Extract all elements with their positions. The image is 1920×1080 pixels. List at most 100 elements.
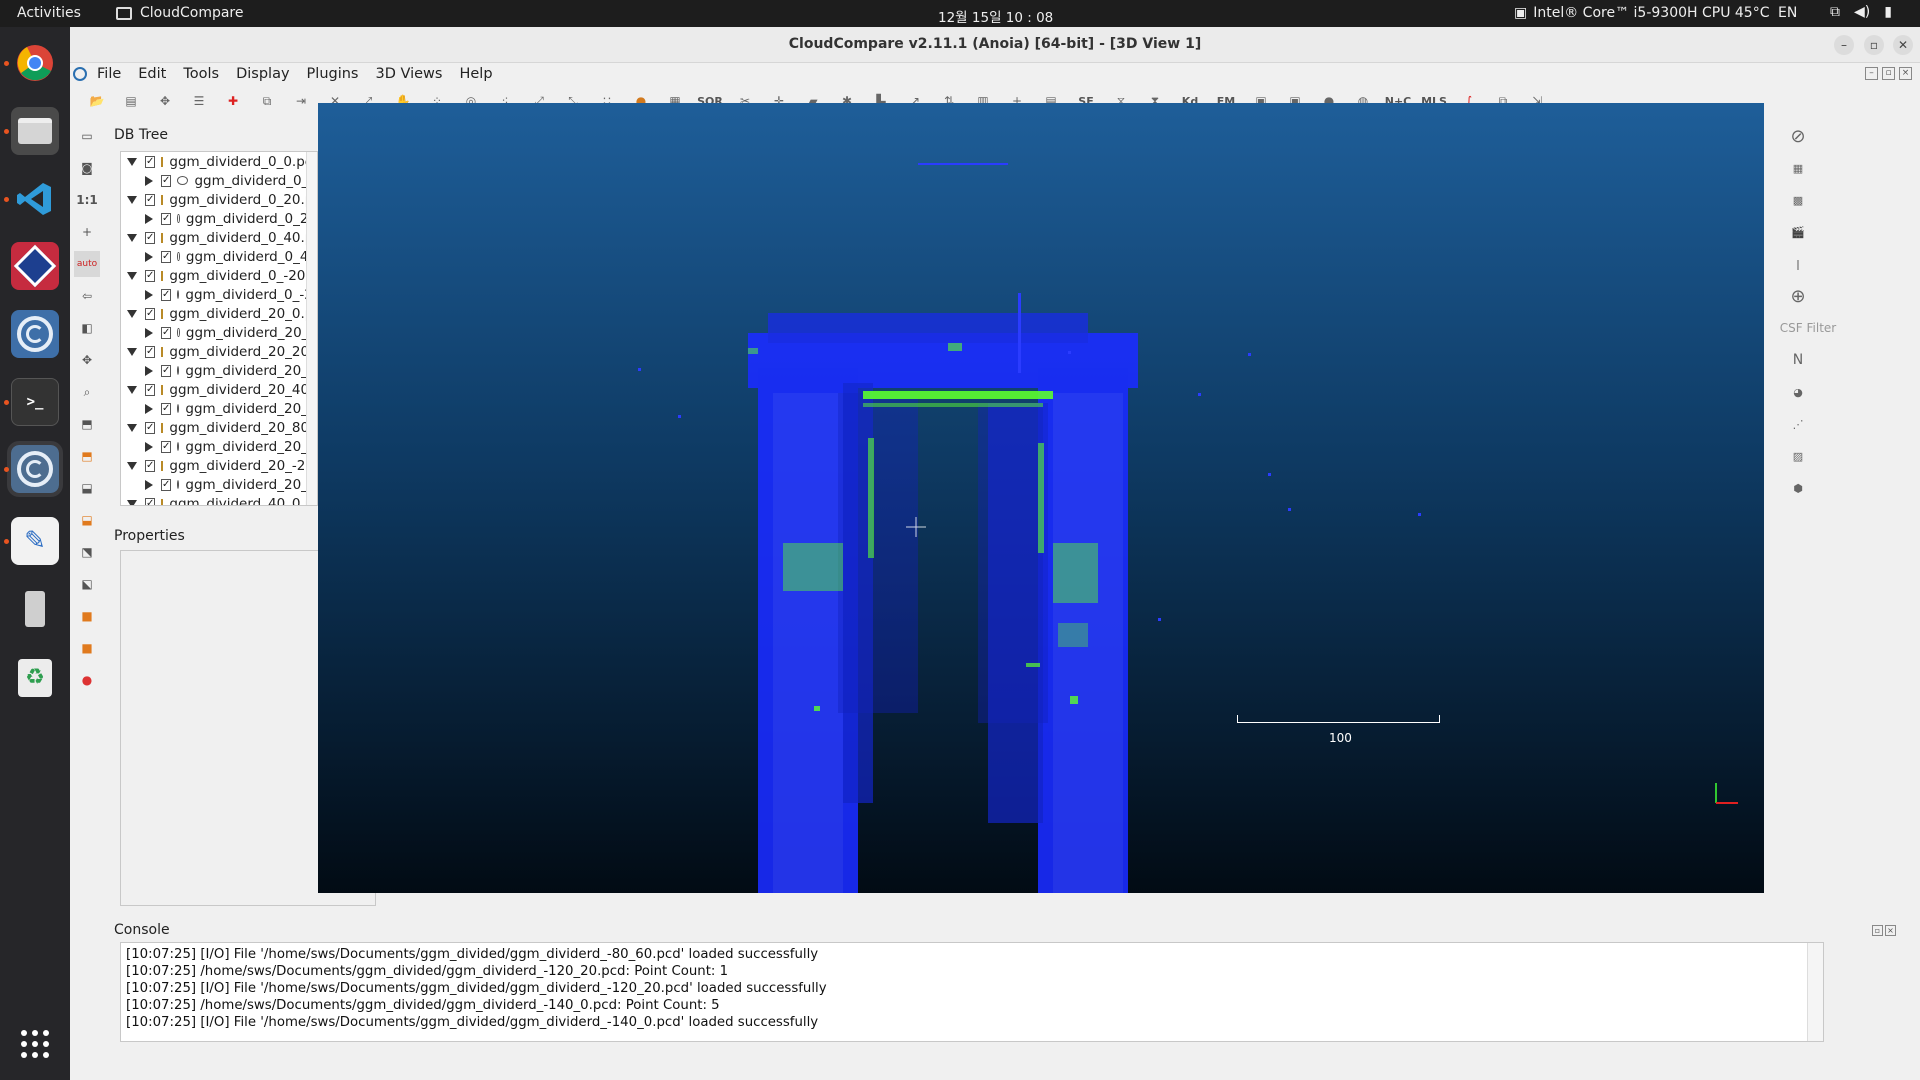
tree-folder-row[interactable]: ✓ ggm_dividerd_0_40.pc... [121,228,317,247]
tree-cloud-row[interactable]: ✓ ggm_dividerd_20_-20 [121,475,317,494]
clone-icon[interactable]: ⧉ [256,90,278,112]
console-float-button[interactable]: ▫ [1872,925,1883,936]
visibility-checkbox[interactable]: ✓ [161,402,172,415]
tree-folder-row[interactable]: ✓ ggm_dividerd_20_40.p... [121,380,317,399]
view-bottom-icon[interactable]: ⬔ [74,539,100,565]
usb-drive-icon[interactable] [11,585,59,633]
console-close-button[interactable]: × [1885,925,1896,936]
menu-tools[interactable]: Tools [183,66,219,82]
visibility-checkbox[interactable]: ✓ [161,250,172,263]
tree-folder-row[interactable]: ✓ ggm_dividerd_0_0.pcd ... [121,152,317,171]
menu-help[interactable]: Help [459,66,492,82]
tree-cloud-row[interactable]: ✓ ggm_dividerd_20_80 [121,437,317,456]
view-right-icon[interactable]: ⬓ [74,507,100,533]
save-icon[interactable]: ▤ [120,90,142,112]
visibility-checkbox[interactable]: ✓ [145,383,156,396]
visibility-checkbox[interactable]: ✓ [145,459,156,472]
visibility-checkbox[interactable]: ✓ [145,421,156,434]
expand-arrow-icon[interactable] [127,157,137,166]
visibility-checkbox[interactable]: ✓ [145,269,156,282]
color-dots-icon[interactable]: ● [74,667,100,693]
system-tray[interactable]: ⧉ ◀) ▮ [1830,4,1892,20]
merge-icon[interactable]: ⇥ [290,90,312,112]
pivot-icon[interactable]: + [74,219,100,245]
view-front-cube-icon[interactable]: ■ [74,603,100,629]
visibility-checkbox[interactable]: ✓ [161,364,172,377]
perspective-icon[interactable]: ◧ [74,315,100,341]
show-apps-icon[interactable] [11,1020,59,1068]
expand-arrow-icon[interactable] [127,233,137,242]
no-entry-icon[interactable]: ⊘ [1785,123,1811,149]
console-scrollbar[interactable] [1807,943,1823,1041]
collapse-arrow-icon[interactable] [145,213,153,224]
ransac-icon[interactable]: ⬢ [1785,475,1811,501]
collapse-arrow-icon[interactable] [145,175,153,186]
tree-folder-row[interactable]: ✓ ggm_dividerd_20_80.p... [121,418,317,437]
collapse-arrow-icon[interactable] [145,289,153,300]
3d-view[interactable]: 100 [318,103,1764,893]
mdi-restore-button[interactable]: ▫ [1882,67,1895,80]
text-editor-icon[interactable]: ✎ [11,517,59,565]
tree-cloud-row[interactable]: ✓ ggm_dividerd_20_20 [121,361,317,380]
trash-icon[interactable]: ♻ [11,654,59,702]
dbtree-scrollbar[interactable] [306,152,317,505]
tree-folder-row[interactable]: ✓ ggm_dividerd_20_-20.... [121,456,317,475]
visibility-checkbox[interactable]: ✓ [145,307,156,320]
tree-folder-row[interactable]: ✓ ggm_dividerd_20_20.p... [121,342,317,361]
csf-plugin-icon[interactable]: ▩ [1785,187,1811,213]
mdi-close-button[interactable]: × [1899,67,1912,80]
tree-folder-row[interactable]: ✓ ggm_dividerd_0_20.pc... [121,190,317,209]
visibility-checkbox[interactable]: ✓ [145,345,156,358]
files-icon[interactable] [11,107,59,155]
menu-plugins[interactable]: Plugins [307,66,359,82]
expand-arrow-icon[interactable] [127,499,137,505]
expand-arrow-icon[interactable] [127,195,137,204]
pcv-icon[interactable]: ▨ [1785,443,1811,469]
camera-icon[interactable]: ◙ [74,155,100,181]
visibility-checkbox[interactable]: ✓ [161,478,172,491]
tree-folder-row[interactable]: ✓ ggm_dividerd_0_-20.p... [121,266,317,285]
tree-cloud-row[interactable]: ✓ ggm_dividerd_0_-20 [121,285,317,304]
visibility-checkbox[interactable]: ✓ [161,326,172,339]
language-indicator[interactable]: EN [1778,5,1797,21]
back-icon[interactable]: ⇦ [74,283,100,309]
close-button[interactable]: ✕ [1893,35,1913,55]
move-icon[interactable]: ✥ [74,347,100,373]
cloudcompare-active-icon[interactable] [7,441,63,497]
collapse-arrow-icon[interactable] [145,365,153,376]
add-point-icon[interactable]: ✚ [222,90,244,112]
menu-edit[interactable]: Edit [138,66,166,82]
expand-arrow-icon[interactable] [127,347,137,356]
transform-icon[interactable]: ✥ [154,90,176,112]
chrome-icon[interactable] [11,39,59,87]
vscode-icon[interactable] [11,175,59,223]
auto-pivot-button[interactable]: auto [74,251,100,277]
zoom-icon[interactable]: ⌕ [74,379,100,405]
terminal-icon[interactable]: >_ [11,378,59,426]
visibility-checkbox[interactable]: ✓ [161,174,172,187]
tree-cloud-row[interactable]: ✓ ggm_dividerd_20_40 [121,399,317,418]
tree-folder-row[interactable]: ✓ ggm_dividerd_20_0.pc... [121,304,317,323]
mdi-minimize-button[interactable]: – [1865,67,1878,80]
expand-arrow-icon[interactable] [127,461,137,470]
view-iso-icon[interactable]: ⬕ [74,571,100,597]
menu-3d-views[interactable]: 3D Views [376,66,443,82]
expand-arrow-icon[interactable] [127,309,137,318]
view-front-icon[interactable]: ⬒ [74,443,100,469]
cpu-indicator[interactable]: ▣ Intel® Core™ i5-9300H CPU 45°C [1514,5,1770,21]
collapse-arrow-icon[interactable] [145,403,153,414]
collapse-arrow-icon[interactable] [145,441,153,452]
expand-arrow-icon[interactable] [127,423,137,432]
list-icon[interactable]: ☰ [188,90,210,112]
fullscreen-icon[interactable]: ▭ [74,123,100,149]
tree-cloud-row[interactable]: ✓ ggm_dividerd_20_0 [121,323,317,342]
csf-filter-label[interactable]: CSF Filter [1778,315,1838,341]
minimize-button[interactable]: – [1834,35,1854,55]
collapse-arrow-icon[interactable] [145,479,153,490]
view-top-icon[interactable]: ⬒ [74,411,100,437]
expand-arrow-icon[interactable] [127,385,137,394]
menu-display[interactable]: Display [236,66,289,82]
brush-icon[interactable]: ǀ [1785,251,1811,277]
color-plugin-icon[interactable]: ▦ [1785,155,1811,181]
activities-button[interactable]: Activities [17,5,81,21]
